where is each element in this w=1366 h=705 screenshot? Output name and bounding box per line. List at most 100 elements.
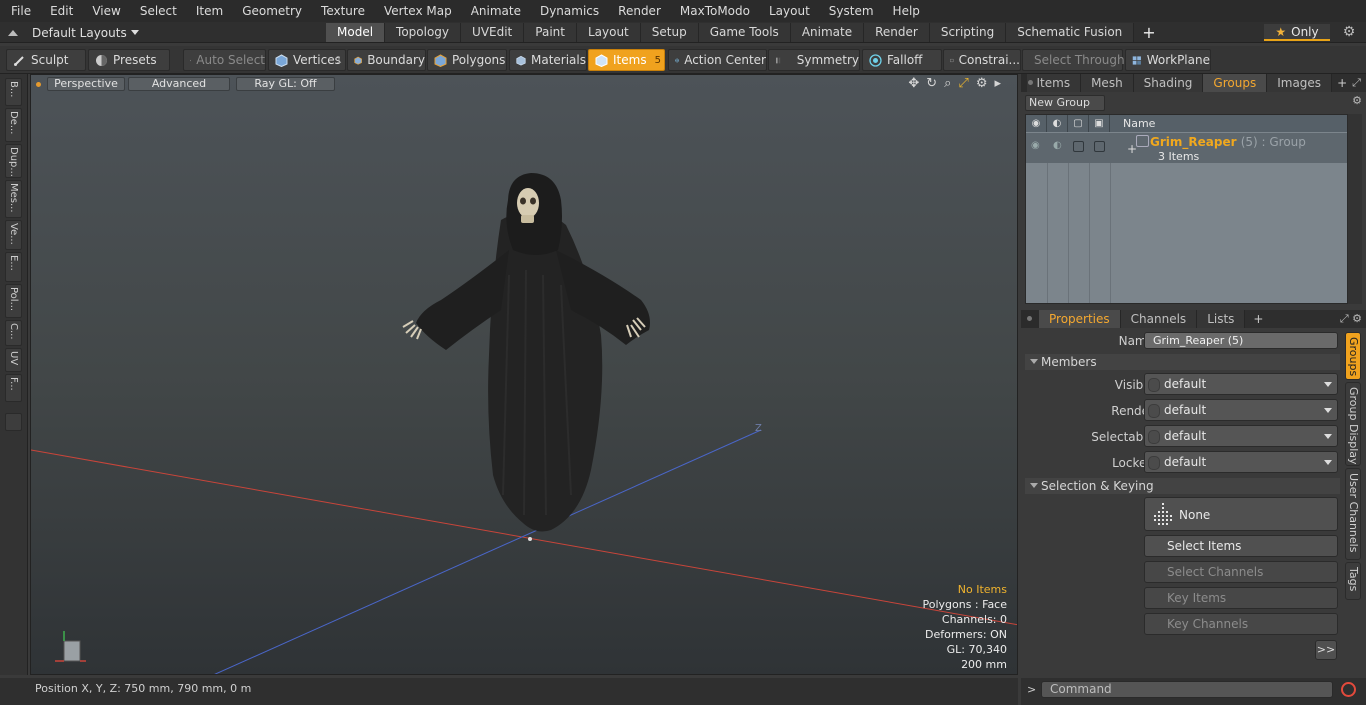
record-macro-icon[interactable] <box>1341 682 1356 697</box>
strip-tab-basic[interactable]: B... <box>5 78 22 106</box>
select-cube-icon[interactable]: ▢ <box>1068 115 1089 132</box>
grim-reaper-model[interactable] <box>402 173 650 532</box>
tab-paint[interactable]: Paint <box>524 23 577 42</box>
workplane-button[interactable]: WorkPlane <box>1125 49 1211 71</box>
add-properties-tab-icon[interactable]: + <box>1245 310 1271 328</box>
strip-tab-deform[interactable]: De... <box>5 108 22 142</box>
viewport-menu-dot-icon[interactable] <box>36 82 41 87</box>
tab-layout[interactable]: Layout <box>576 23 641 42</box>
row-render-icon[interactable]: ◐ <box>1053 140 1062 151</box>
panel-expand-icon[interactable]: ⤢ ⚙ <box>1352 74 1366 107</box>
menu-geometry[interactable]: Geometry <box>231 0 310 22</box>
tab-schematic-fusion[interactable]: Schematic Fusion <box>1006 23 1135 42</box>
strip-tab-fusion[interactable]: F... <box>5 374 22 402</box>
strip-tab-curve[interactable]: C... <box>5 320 22 346</box>
key-items-button[interactable]: Key Items <box>1144 587 1338 609</box>
layout-dropdown[interactable]: Default Layouts <box>8 24 139 41</box>
auto-select-button[interactable]: Auto Select <box>183 49 266 71</box>
perspective-dropdown[interactable]: Perspective <box>47 77 125 91</box>
properties-expand-icon[interactable]: ⤢ ⚙ <box>1340 310 1366 328</box>
vertices-button[interactable]: Vertices 1 <box>268 49 346 71</box>
raygl-toggle[interactable]: Ray GL: Off <box>236 77 335 91</box>
new-group-button[interactable]: New Group <box>1025 95 1105 111</box>
add-tab-icon[interactable]: + <box>1134 23 1163 42</box>
select-channels-button[interactable]: Select Channels <box>1144 561 1338 583</box>
select-through-button[interactable]: Select Through <box>1022 49 1125 71</box>
gear-icon[interactable]: ⚙ <box>1340 24 1358 41</box>
rotate-view-icon[interactable]: ↻ <box>926 76 937 91</box>
sculpt-button[interactable]: Sculpt <box>6 49 86 71</box>
tab-items[interactable]: Items <box>1026 74 1082 92</box>
3d-viewport[interactable]: Z Perspective Advanced Ray GL: Off ✥ ↻ ⌕… <box>30 74 1018 675</box>
tab-shading[interactable]: Shading <box>1133 74 1204 92</box>
menu-maxtomodo[interactable]: MaxToModo <box>669 0 758 22</box>
constraints-button[interactable]: Constrai... <box>943 49 1021 71</box>
menu-layout[interactable]: Layout <box>758 0 818 22</box>
visible-dropdown[interactable]: default <box>1144 373 1338 395</box>
menu-file[interactable]: File <box>0 0 39 22</box>
tab-model[interactable]: Model <box>326 23 386 42</box>
fit-view-icon[interactable]: ⤢ <box>958 76 968 91</box>
group-row-grim-reaper[interactable]: ◉ ◐ + Grim_Reaper (5) : Group 3 Items <box>1026 133 1347 163</box>
symmetry-button[interactable]: Symmetry <box>768 49 860 71</box>
only-button[interactable]: ★ Only <box>1264 24 1330 41</box>
tab-game-tools[interactable]: Game Tools <box>698 23 791 42</box>
none-button[interactable]: None <box>1144 497 1338 531</box>
menu-item[interactable]: Item <box>185 0 231 22</box>
panel-menu-dot-icon[interactable] <box>1021 74 1032 92</box>
group-name-input[interactable]: Grim_Reaper (5) <box>1144 332 1338 349</box>
menu-render[interactable]: Render <box>607 0 669 22</box>
tab-animate[interactable]: Animate <box>790 23 865 42</box>
locked-dropdown[interactable]: default <box>1144 451 1338 473</box>
vtab-group-display[interactable]: Group Display <box>1345 382 1361 466</box>
lock-icon[interactable]: ▣ <box>1089 115 1110 132</box>
render-icon[interactable]: ◐ <box>1047 115 1068 132</box>
menu-edit[interactable]: Edit <box>39 0 81 22</box>
items-button[interactable]: Items 5 <box>588 49 665 71</box>
tab-mesh[interactable]: Mesh ... <box>1081 74 1134 108</box>
add-panel-tab-icon[interactable]: + <box>1332 74 1352 92</box>
properties-menu-dot-icon[interactable] <box>1021 310 1039 328</box>
action-center-button[interactable]: Action Center <box>668 49 767 71</box>
menu-system[interactable]: System <box>818 0 882 22</box>
boundary-button[interactable]: Boundary <box>347 49 426 71</box>
menu-dynamics[interactable]: Dynamics <box>529 0 607 22</box>
strip-tab-mesh-edit[interactable]: Mes... <box>5 180 22 218</box>
select-items-button[interactable]: Select Items <box>1144 535 1338 557</box>
collapse-arrow-icon[interactable] <box>8 29 18 36</box>
more-button[interactable]: >> <box>1315 640 1337 660</box>
view-settings-gear-icon[interactable]: ⚙ <box>976 76 988 91</box>
members-section[interactable]: Members <box>1025 354 1340 370</box>
strip-tab-polygon[interactable]: Pol... <box>5 284 22 318</box>
vtab-tags[interactable]: Tags <box>1345 562 1361 600</box>
falloff-button[interactable]: Falloff <box>862 49 942 71</box>
vtab-groups[interactable]: Groups <box>1345 332 1361 380</box>
tab-properties[interactable]: Properties <box>1039 310 1121 328</box>
command-input[interactable]: Command <box>1041 681 1333 698</box>
selectable-dropdown[interactable]: default <box>1144 425 1338 447</box>
materials-button[interactable]: Materials <box>509 49 587 71</box>
menu-vertex-map[interactable]: Vertex Map <box>373 0 460 22</box>
render-dropdown[interactable]: default <box>1144 399 1338 421</box>
tab-lists[interactable]: Lists <box>1197 310 1246 328</box>
menu-texture[interactable]: Texture <box>310 0 373 22</box>
vtab-user-channels[interactable]: User Channels <box>1345 468 1361 560</box>
key-channels-button[interactable]: Key Channels <box>1144 613 1338 635</box>
groups-scrollbar[interactable] <box>1348 114 1362 304</box>
row-selectable-checkbox[interactable] <box>1073 141 1084 152</box>
menu-select[interactable]: Select <box>129 0 185 22</box>
presets-button[interactable]: Presets <box>88 49 170 71</box>
polygons-button[interactable]: Polygons <box>427 49 507 71</box>
visibility-eye-icon[interactable]: ◉ <box>1026 115 1047 132</box>
strip-tab-edge[interactable]: E... <box>5 252 22 282</box>
selection-keying-section[interactable]: Selection & Keying <box>1025 478 1340 494</box>
row-locked-checkbox[interactable] <box>1094 141 1105 152</box>
menu-view[interactable]: View <box>81 0 128 22</box>
zoom-view-icon[interactable]: ⌕ <box>944 76 951 91</box>
move-view-icon[interactable]: ✥ <box>908 76 919 91</box>
advanced-dropdown[interactable]: Advanced <box>128 77 230 91</box>
strip-tab-uv[interactable]: UV <box>5 348 22 372</box>
tab-uvedit[interactable]: UVEdit <box>461 23 525 42</box>
menu-help[interactable]: Help <box>882 0 928 22</box>
menu-animate[interactable]: Animate <box>460 0 529 22</box>
